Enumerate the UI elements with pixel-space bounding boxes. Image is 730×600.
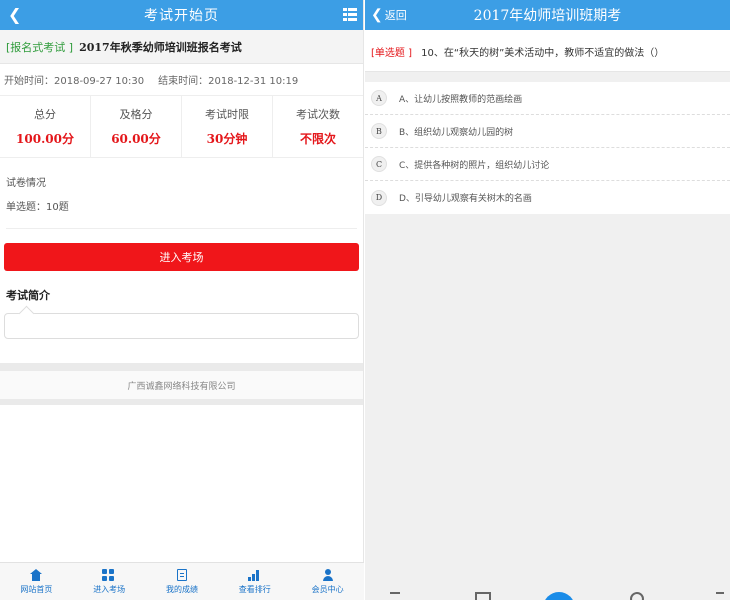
prev-chevron-icon[interactable]	[390, 592, 400, 600]
option-text: C、提供各种树的照片，组织幼儿讨论	[399, 160, 550, 171]
stat-total-score: 总分 100.00分	[0, 96, 91, 157]
stat-label: 考试时限	[205, 108, 249, 121]
stat-value: 30分钟	[206, 132, 248, 146]
stat-label: 考试次数	[296, 108, 340, 121]
exam-intro-title: 考试简介	[6, 289, 50, 302]
back-button[interactable]: ❮ 返回	[371, 7, 407, 23]
paper-info-detail: 单选题：10题	[6, 202, 69, 213]
company-footer: 广西诚鑫网络科技有限公司	[0, 371, 363, 399]
stat-time-limit: 考试时限 30分钟	[182, 96, 273, 157]
stat-attempts: 考试次数 不限次	[273, 96, 363, 157]
exam-intro-box	[4, 313, 359, 339]
exam-stats: 总分 100.00分 及格分 60.00分 考试时限 30分钟 考试次数 不限次	[0, 96, 363, 158]
bar-chart-icon	[247, 569, 262, 581]
question-type-tag: [单选题 ]	[371, 48, 412, 59]
nav-item-home[interactable]: 网站首页	[0, 563, 73, 600]
option-b[interactable]: B B、组织幼儿观察幼儿园的树	[365, 115, 730, 148]
option-letter: D	[371, 189, 387, 206]
exam-time-row: 开始时间：2018-09-27 10:30 结束时间：2018-12-31 10…	[0, 64, 363, 96]
end-time: 结束时间：2018-12-31 10:19	[158, 76, 299, 87]
paper-info: 试卷情况 单选题：10题	[0, 158, 363, 220]
nav-label: 查看排行	[238, 584, 271, 594]
exam-type-tag: [报名式考试 ]	[6, 40, 74, 54]
nav-label: 网站首页	[20, 584, 53, 594]
timer-icon[interactable]	[630, 592, 644, 600]
top-bar: ❮ 考试开始页	[0, 0, 363, 30]
stat-label: 总分	[34, 108, 56, 121]
nav-label: 我的成绩	[165, 584, 198, 594]
option-d[interactable]: D D、引导幼儿观察有关树木的名画	[365, 181, 730, 214]
option-letter: A	[371, 90, 387, 106]
question-text: 10、在“秋天的树”美术活动中，教师不适宜的做法（）	[421, 48, 665, 59]
stat-pass-score: 及格分 60.00分	[91, 96, 182, 157]
start-time: 开始时间：2018-09-27 10:30	[4, 76, 145, 87]
page-title: 考试开始页	[144, 8, 219, 24]
back-chevron-icon: ❮	[371, 7, 383, 23]
option-letter: C	[371, 156, 387, 172]
home-icon	[29, 568, 43, 581]
exam-name: 2017年秋季幼师培训班报名考试	[79, 40, 242, 54]
grid-icon	[102, 568, 116, 581]
divider	[0, 363, 363, 371]
document-icon	[176, 568, 187, 581]
divider	[0, 399, 363, 405]
top-bar: ❮ 返回 2017年幼师培训班期考	[365, 0, 730, 30]
question-header: [单选题 ] 10、在“秋天的树”美术活动中，教师不适宜的做法（）	[365, 30, 730, 72]
stat-label: 及格分	[119, 108, 153, 121]
option-text: D、引导幼儿观察有关树木的名画	[399, 194, 532, 204]
bottom-nav: 网站首页 进入考场 我的成绩 查看排行 会员中心	[0, 562, 364, 600]
nav-label: 会员中心	[311, 584, 344, 594]
next-chevron-icon[interactable]	[716, 592, 724, 600]
exam-question-page: ❮ 返回 2017年幼师培训班期考 [单选题 ] 10、在“秋天的树”美术活动中…	[365, 0, 730, 600]
back-chevron-icon[interactable]: ❮	[8, 6, 21, 24]
paper-info-title: 试卷情况	[6, 178, 46, 189]
menu-list-icon[interactable]	[343, 8, 357, 21]
enter-exam-button[interactable]: 进入考场	[4, 243, 359, 271]
exam-header: [报名式考试 ] 2017年秋季幼师培训班报名考试	[0, 30, 363, 64]
question-toolbar	[365, 592, 730, 600]
stat-value: 60.00分	[111, 132, 161, 146]
exam-start-page: ❮ 考试开始页 [报名式考试 ] 2017年秋季幼师培训班报名考试 开始时间：2…	[0, 0, 364, 600]
nav-item-ranking[interactable]: 查看排行	[218, 563, 291, 600]
back-label: 返回	[384, 9, 407, 22]
user-icon	[321, 568, 335, 581]
submit-button[interactable]	[543, 592, 575, 600]
option-c[interactable]: C C、提供各种树的照片，组织幼儿讨论	[365, 148, 730, 181]
nav-label: 进入考场	[93, 584, 126, 594]
option-text: B、组织幼儿观察幼儿园的树	[399, 127, 514, 138]
divider	[6, 228, 357, 229]
page-title: 2017年幼师培训班期考	[473, 8, 622, 24]
option-text: A、让幼儿按照教师的范画绘画	[399, 94, 523, 105]
nav-item-my-scores[interactable]: 我的成绩	[146, 563, 219, 600]
stat-value: 不限次	[299, 132, 336, 146]
stat-value: 100.00分	[16, 132, 74, 146]
nav-item-enter-exam[interactable]: 进入考场	[73, 563, 146, 600]
answer-options: A A、让幼儿按照教师的范画绘画 B B、组织幼儿观察幼儿园的树 C C、提供各…	[365, 82, 730, 214]
nav-item-member-center[interactable]: 会员中心	[291, 563, 364, 600]
option-a[interactable]: A A、让幼儿按照教师的范画绘画	[365, 82, 730, 115]
answer-sheet-icon[interactable]	[475, 592, 491, 600]
option-letter: B	[371, 123, 387, 139]
